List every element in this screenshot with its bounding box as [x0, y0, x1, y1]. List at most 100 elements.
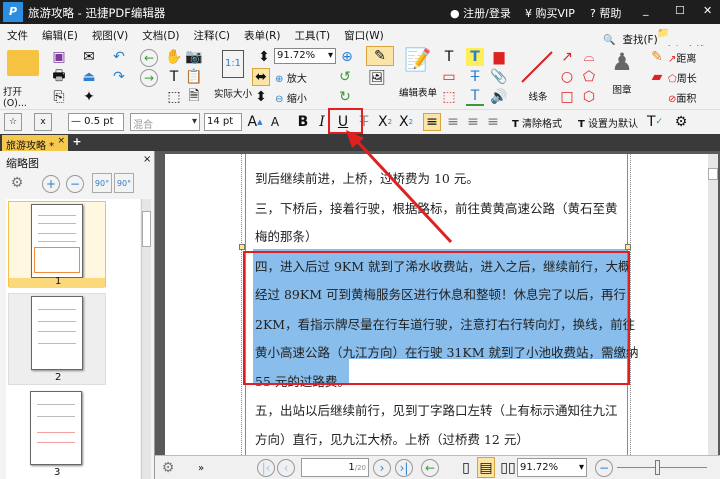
attachment-icon[interactable]: 📎 — [490, 68, 508, 86]
bold-icon[interactable]: B — [295, 113, 311, 131]
rotate-left-90-icon[interactable]: 90° — [92, 173, 112, 193]
text-line[interactable]: 到后继续前进，上桥，过桥费为 10 元。 — [255, 168, 479, 187]
thumbnail-page-1[interactable]: 1 — [8, 201, 106, 288]
zoom-tool-icon[interactable]: ⊕ — [338, 48, 356, 66]
find-doc-icon[interactable]: 🗎 — [185, 88, 203, 106]
sound-icon[interactable]: 🔊 — [490, 88, 508, 106]
clipboard-icon[interactable]: 📋 — [185, 68, 203, 86]
menu-edit[interactable]: 编辑(E) — [35, 24, 85, 47]
actual-size-button[interactable]: 1:1 实际大小 — [212, 50, 254, 106]
polyline-icon[interactable]: ⌓ — [580, 48, 598, 66]
zoom-out-button[interactable]: ⊖ 缩小 — [275, 90, 307, 105]
subscript-icon[interactable]: X2 — [376, 113, 394, 131]
callout-icon[interactable]: ⬚ — [440, 88, 458, 106]
align-right-icon[interactable]: ≡ — [464, 113, 482, 131]
circle-icon[interactable]: ○ — [558, 68, 576, 86]
settings-icon[interactable]: ⚙ — [159, 459, 177, 477]
line-tool-button[interactable]: 线条 — [518, 48, 558, 106]
tab-document[interactable]: 旅游攻略 * × — [2, 135, 68, 152]
undo-icon[interactable]: ↶ — [110, 48, 128, 66]
text-line[interactable]: 三，下桥后，接着行驶，根据路标，前往黄黄高速公路（黄石至黄 — [255, 198, 618, 217]
text-line[interactable]: 方向）直行，见九江大桥。上桥（过桥费 12 元） — [255, 429, 529, 448]
edit-form-button[interactable]: 📝 编辑表单 — [396, 48, 440, 104]
menu-tools[interactable]: 工具(T) — [288, 24, 338, 47]
border-color-icon[interactable]: x — [34, 113, 52, 131]
text-check-icon[interactable]: T ✓ — [646, 113, 664, 131]
camera-icon[interactable]: 📷 — [185, 48, 203, 66]
cloud-icon[interactable]: ⬡ — [580, 88, 598, 106]
zoom-out-icon[interactable]: − — [595, 459, 613, 477]
menu-comment[interactable]: 注释(C) — [187, 24, 238, 47]
strikeout-icon[interactable]: T — [466, 68, 484, 86]
new-icon[interactable]: ✦ — [80, 88, 98, 106]
menu-form[interactable]: 表单(R) — [237, 24, 288, 47]
fill-color-icon[interactable]: ☆ — [4, 113, 22, 131]
back-view-icon[interactable]: ← — [421, 459, 439, 477]
align-center-icon[interactable]: ≡ — [444, 113, 462, 131]
line-width-select[interactable]: — 0.5 pt — [68, 113, 124, 131]
last-page-icon[interactable]: ›| — [395, 459, 413, 477]
menu-view[interactable]: 视图(V) — [85, 24, 135, 47]
email-icon[interactable]: ✉ — [80, 48, 98, 66]
menu-document[interactable]: 文档(D) — [135, 24, 186, 47]
zoom-in-button[interactable]: ⊕ 放大 — [275, 70, 307, 85]
scan-icon[interactable]: ⏏ — [80, 68, 98, 86]
menu-file[interactable]: 文件 — [0, 24, 35, 47]
highlight-text-icon[interactable]: T — [466, 48, 484, 66]
selection-handle[interactable] — [239, 244, 245, 250]
area-button[interactable]: ⊘面积 — [668, 90, 696, 105]
close-button[interactable]: ✕ — [703, 4, 712, 17]
print-icon[interactable]: 🖶 — [50, 68, 68, 86]
rotate-right-icon[interactable]: ↻ — [336, 88, 354, 106]
rotate-left-icon[interactable]: ↺ — [336, 68, 354, 86]
arrow-icon[interactable]: ↗ — [558, 48, 576, 66]
export-icon[interactable]: ⎘ — [50, 88, 68, 106]
set-default-button[interactable]: T 设置为默认 — [578, 115, 638, 130]
fit-visible-icon[interactable]: ⬍ — [252, 88, 270, 106]
text-box-icon[interactable]: ▭ — [440, 68, 458, 86]
hand-icon[interactable]: ✋ — [165, 48, 183, 66]
maximize-button[interactable]: ☐ — [675, 4, 685, 17]
shrink-thumbnail-icon[interactable]: − — [66, 175, 84, 193]
zoom-slider[interactable] — [617, 460, 707, 475]
select-text-icon[interactable]: T — [165, 68, 183, 86]
distance-button[interactable]: ↗距离 — [668, 50, 696, 65]
zoom-select[interactable]: 91.72% ▾ — [274, 48, 336, 64]
font-select[interactable]: 混合 ▾ — [130, 113, 200, 131]
enlarge-thumbnail-icon[interactable]: + — [42, 175, 60, 193]
text-field-icon[interactable]: T — [440, 48, 458, 66]
stamp-button[interactable]: ♟ 图章 — [604, 48, 640, 106]
login-button[interactable]: ● 注册/登录 — [450, 5, 511, 21]
zoom-select[interactable]: 91.72% ▾ — [517, 458, 587, 477]
save-icon[interactable]: ▣ — [50, 48, 68, 66]
font-size-select[interactable]: 14 pt — [204, 113, 242, 131]
text-line[interactable]: 五，出站以后继续前行，见到丁字路口左转（上有标示通知往九江 — [255, 400, 618, 419]
previous-page-icon[interactable]: ‹ — [277, 459, 295, 477]
document-scrollbar[interactable] — [708, 154, 718, 455]
underline-text-icon[interactable]: T — [466, 88, 484, 106]
rotate-right-90-icon[interactable]: 90° — [114, 173, 134, 193]
clear-format-button[interactable]: T 清除格式 — [512, 115, 562, 130]
add-image-icon[interactable]: 🖼 — [366, 68, 388, 88]
close-tab-icon[interactable]: × — [57, 136, 65, 146]
next-page-icon[interactable]: › — [373, 459, 391, 477]
perimeter-button[interactable]: ⬠周长 — [668, 70, 697, 85]
more-icon[interactable]: » — [195, 459, 207, 477]
page-number-input[interactable]: 1/20 — [301, 458, 369, 477]
polygon-icon[interactable]: ⬠ — [580, 68, 598, 86]
single-page-icon[interactable]: ▯ — [459, 459, 473, 477]
superscript-icon[interactable]: X2 — [397, 113, 415, 131]
settings-icon[interactable]: ⚙ — [6, 173, 28, 193]
minimize-button[interactable]: _ — [643, 3, 649, 16]
forward-icon[interactable]: → — [140, 69, 158, 87]
first-page-icon[interactable]: |‹ — [257, 459, 275, 477]
selection-handle[interactable] — [625, 244, 631, 250]
redo-icon[interactable]: ↷ — [110, 68, 128, 86]
snapshot-icon[interactable]: ⬚ — [165, 88, 183, 106]
rectangle-icon[interactable]: □ — [558, 88, 576, 106]
buy-vip-button[interactable]: ¥ 购买VIP — [525, 5, 575, 21]
open-button[interactable]: 打开(O)... — [3, 48, 43, 109]
note-icon[interactable]: ▆ — [490, 48, 508, 66]
thumbnail-page-2[interactable]: 2 — [8, 293, 106, 385]
edit-content-icon[interactable]: ✎ — [366, 46, 394, 66]
